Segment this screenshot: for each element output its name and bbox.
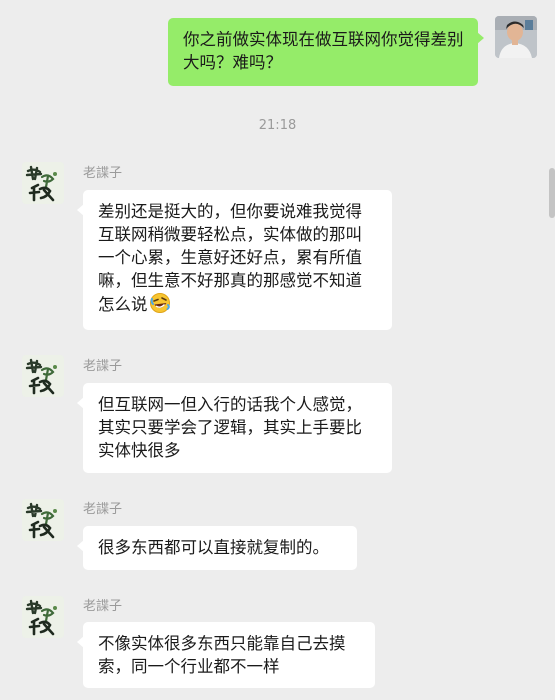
- self-avatar-photo-icon: [495, 16, 537, 58]
- contact-message-bubble[interactable]: 但互联网一但入行的话我个人感觉，其实只要学会了逻辑，其实上手要比实体快很多: [77, 383, 392, 473]
- contact-avatar[interactable]: [22, 596, 64, 638]
- scrollbar-thumb[interactable]: [549, 168, 555, 218]
- contact-avatar-calligraphy-icon: [22, 162, 64, 204]
- contact-name: 老諜子: [83, 502, 123, 517]
- message-timestamp: 21:18: [258, 118, 297, 133]
- contact-name: 老諜子: [83, 599, 123, 614]
- contact-message-bubble[interactable]: 差别还是挺大的，但你要说难我觉得互联网稍微要轻松点，实体做的那叫一个心累，生意好…: [77, 190, 392, 330]
- contact-avatar-calligraphy-icon: [22, 355, 64, 397]
- self-message-text: 你之前做实体现在做互联网你觉得差别大吗？难吗？: [183, 30, 464, 72]
- chat-window: 你之前做实体现在做互联网你觉得差别大吗？难吗？ 21:18 老諜子 差别还是挺大…: [0, 0, 555, 700]
- contact-name: 老諜子: [83, 166, 123, 181]
- contact-message-text: 但互联网一但入行的话我个人感觉，其实只要学会了逻辑，其实上手要比实体快很多: [98, 395, 362, 460]
- contact-message-text: 很多东西都可以直接就复制的。: [98, 538, 329, 557]
- rolling-on-floor-laughing-icon: [149, 292, 171, 320]
- contact-message-bubble[interactable]: 不像实体很多东西只能靠自己去摸索，同一个行业都不一样: [77, 622, 375, 688]
- contact-message-text: 不像实体很多东西只能靠自己去摸索，同一个行业都不一样: [98, 634, 346, 676]
- contact-avatar[interactable]: [22, 162, 64, 204]
- contact-avatar-calligraphy-icon: [22, 596, 64, 638]
- contact-avatar[interactable]: [22, 355, 64, 397]
- contact-avatar-calligraphy-icon: [22, 499, 64, 541]
- contact-avatar[interactable]: [22, 499, 64, 541]
- contact-message-bubble[interactable]: 很多东西都可以直接就复制的。: [77, 526, 357, 570]
- contact-name: 老諜子: [83, 359, 123, 374]
- self-message-bubble[interactable]: 你之前做实体现在做互联网你觉得差别大吗？难吗？: [168, 18, 484, 86]
- self-avatar[interactable]: [495, 16, 537, 58]
- contact-message-text: 差别还是挺大的，但你要说难我觉得互联网稍微要轻松点，实体做的那叫一个心累，生意好…: [98, 202, 362, 314]
